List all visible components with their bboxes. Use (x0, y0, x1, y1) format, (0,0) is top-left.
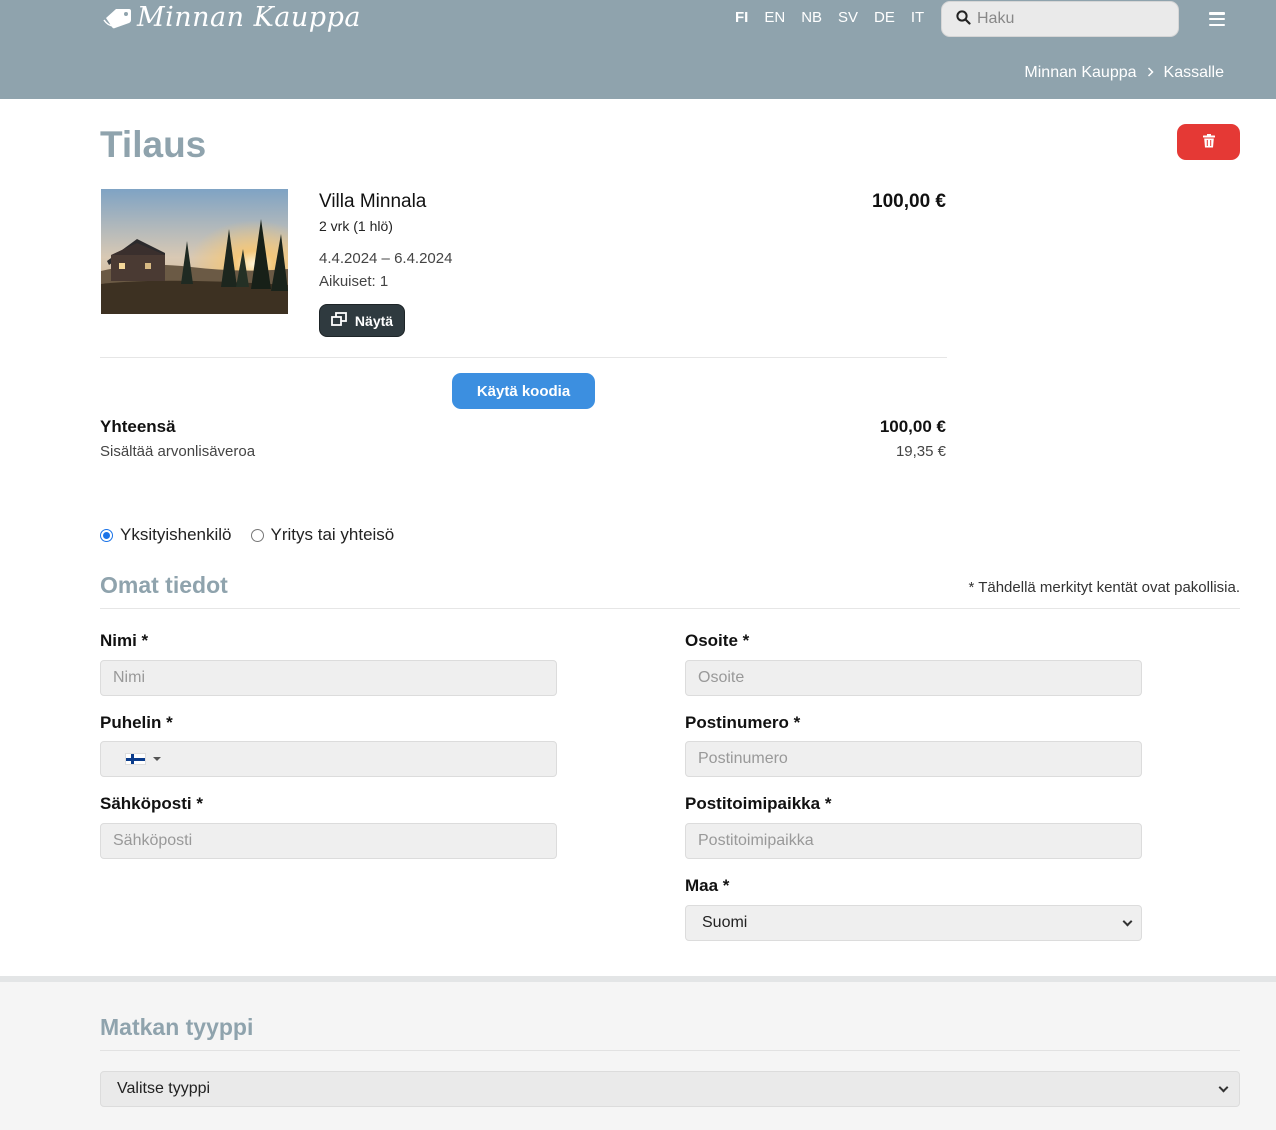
radio-private-person[interactable]: Yksityishenkilö (100, 525, 232, 545)
total-value: 100,00 € (879, 417, 946, 436)
lang-it[interactable]: IT (911, 9, 924, 26)
product-adults: Aikuiset: 1 (319, 273, 389, 290)
lang-de[interactable]: DE (874, 9, 895, 26)
chevron-down-icon (1218, 1082, 1229, 1093)
required-note: * Tähdellä merkityt kentät ovat pakollis… (968, 579, 1240, 596)
logo[interactable]: Minnan Kauppa (102, 2, 361, 33)
show-button-label: Näytä (354, 312, 394, 329)
email-label: Sähköposti * (100, 794, 203, 813)
radio-button[interactable] (250, 528, 264, 542)
caret-down-icon[interactable] (153, 757, 161, 761)
customer-type-group: Yksityishenkilö Yritys tai yhteisö (100, 525, 413, 545)
city-input[interactable] (685, 823, 1142, 859)
lang-en[interactable]: EN (764, 9, 785, 26)
divider (100, 608, 1240, 609)
country-label: Maa * (685, 876, 730, 895)
address-label: Osoite * (685, 631, 750, 650)
apply-code-button[interactable]: Käytä koodia (452, 373, 595, 409)
phone-input[interactable] (100, 741, 557, 777)
name-input[interactable] (100, 660, 557, 696)
search-input[interactable] (977, 10, 1167, 28)
address-input[interactable] (685, 660, 1142, 696)
country-select[interactable]: Suomi (685, 905, 1142, 941)
product-image (101, 189, 288, 314)
logo-text: Minnan Kauppa (137, 2, 361, 33)
postcode-input[interactable] (685, 741, 1142, 777)
show-product-button[interactable]: Näytä (319, 304, 405, 337)
tag-icon (102, 6, 132, 30)
product-duration: 2 vrk (1 hlö) (319, 218, 393, 234)
radio-label: Yksityishenkilö (120, 525, 232, 544)
radio-button[interactable] (100, 528, 113, 542)
trip-type-select-value: Valitse tyyppi (117, 1080, 211, 1097)
chevron-right-icon (1147, 66, 1154, 80)
trip-type-section (0, 982, 1276, 1130)
language-switcher: FI EN NB SV DE IT (735, 9, 940, 26)
lang-nb[interactable]: NB (801, 9, 822, 26)
city-label: Postitoimipaikka * (685, 794, 832, 813)
product-dates: 4.4.2024 – 6.4.2024 (319, 250, 453, 267)
vat-label: Sisältää arvonlisäveroa (100, 443, 256, 460)
breadcrumb: Minnan Kauppa Kassalle (1024, 64, 1224, 82)
search-box (941, 1, 1179, 37)
radio-label: Yritys tai yhteisö (270, 525, 395, 544)
total-label: Yhteensä (100, 417, 176, 436)
finland-flag-icon[interactable] (125, 753, 146, 765)
trash-icon (1202, 133, 1215, 151)
product-name: Villa Minnala (319, 191, 427, 212)
country-select-value: Suomi (702, 914, 748, 931)
details-title: Omat tiedot (100, 572, 228, 598)
postcode-label: Postinumero * (685, 713, 801, 732)
lang-sv[interactable]: SV (838, 9, 858, 26)
breadcrumb-home[interactable]: Minnan Kauppa (1024, 64, 1136, 82)
search-icon (956, 9, 971, 29)
chevron-down-icon (1122, 916, 1133, 927)
divider (100, 1050, 1240, 1051)
divider (100, 357, 947, 358)
menu-icon[interactable] (1209, 12, 1225, 26)
vat-value: 19,35 € (895, 443, 946, 460)
product-price: 100,00 € (872, 191, 946, 212)
trip-type-title: Matkan tyyppi (100, 1014, 254, 1040)
phone-label: Puhelin * (100, 713, 173, 732)
radio-company[interactable]: Yritys tai yhteisö (250, 525, 395, 545)
breadcrumb-current: Kassalle (1163, 64, 1224, 81)
email-input[interactable] (100, 823, 557, 859)
trip-type-select[interactable]: Valitse tyyppi (100, 1071, 1240, 1107)
external-window-icon (331, 312, 347, 329)
delete-order-button[interactable] (1177, 124, 1240, 160)
lang-fi[interactable]: FI (735, 9, 748, 26)
page-title: Tilaus (100, 124, 207, 165)
name-label: Nimi * (100, 631, 149, 650)
site-header: Minnan Kauppa FI EN NB SV DE IT Minnan K… (0, 0, 1276, 99)
